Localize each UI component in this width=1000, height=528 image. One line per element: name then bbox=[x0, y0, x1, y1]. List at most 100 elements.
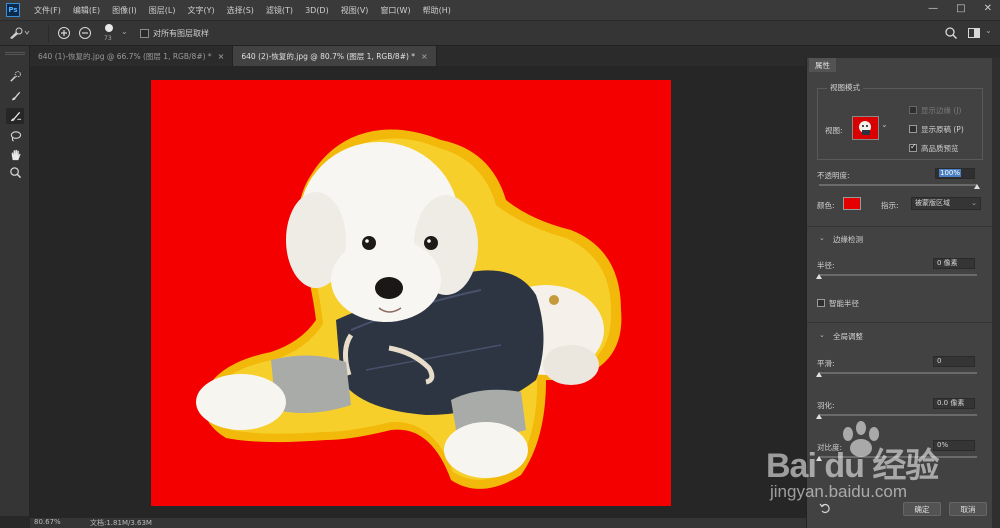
show-edge-checkbox[interactable] bbox=[909, 106, 917, 114]
feather-input[interactable]: 0.0 像素 bbox=[933, 398, 975, 409]
menu-filter[interactable]: 滤镜(T) bbox=[266, 5, 293, 16]
workspace-button[interactable] bbox=[967, 26, 981, 42]
options-bar: 73 ⌄ 对所有图层取样 ⌄ bbox=[0, 20, 1000, 46]
menu-help[interactable]: 帮助(H) bbox=[423, 5, 451, 16]
hand-icon bbox=[11, 149, 21, 160]
brush-dot-icon bbox=[105, 24, 113, 32]
maximize-button[interactable]: □ bbox=[956, 3, 965, 14]
feather-label: 羽化: bbox=[817, 401, 835, 410]
dog-image bbox=[196, 129, 622, 489]
document-size: 文档:1.81M/3.63M bbox=[90, 519, 152, 527]
minimize-button[interactable]: — bbox=[928, 3, 938, 14]
subtract-from-selection-button[interactable] bbox=[78, 26, 92, 42]
view-mode-thumbnail[interactable] bbox=[852, 116, 879, 140]
color-label: 颜色: bbox=[817, 201, 835, 210]
sample-all-layers-checkbox[interactable] bbox=[140, 29, 149, 38]
smooth-slider[interactable] bbox=[819, 372, 977, 374]
add-to-selection-button[interactable] bbox=[57, 26, 71, 42]
sample-all-layers-label: 对所有图层取样 bbox=[153, 29, 209, 38]
document-tab-2[interactable]: 640 (2)-恢复的.jpg @ 80.7% (图层 1, RGB/8#) *… bbox=[233, 46, 437, 66]
menu-view[interactable]: 视图(V) bbox=[341, 5, 369, 16]
chevron-down-icon[interactable]: ⌄ bbox=[121, 27, 128, 36]
view-label: 视图: bbox=[825, 126, 843, 135]
opacity-slider[interactable] bbox=[819, 184, 977, 186]
opacity-input[interactable]: 100% bbox=[935, 168, 975, 179]
canvas-area[interactable] bbox=[30, 66, 806, 518]
refine-edge-brush-icon bbox=[10, 111, 21, 121]
tool-preset-picker[interactable] bbox=[8, 26, 30, 42]
edge-detection-title: 边缘检测 bbox=[833, 235, 863, 244]
color-swatch[interactable] bbox=[843, 197, 861, 210]
high-quality-preview-checkbox[interactable] bbox=[909, 142, 917, 152]
chevron-down-icon: ⌄ bbox=[971, 199, 977, 207]
brush-size-value: 73 bbox=[104, 35, 112, 42]
brush-preset-icon bbox=[10, 27, 30, 39]
zoom-icon bbox=[9, 166, 21, 178]
document-canvas[interactable] bbox=[151, 80, 671, 506]
lasso-tool[interactable] bbox=[6, 128, 24, 144]
status-bar: 80.67% 文档:1.81M/3.63M bbox=[30, 518, 806, 528]
workspace-chevron-icon[interactable]: ⌄ bbox=[985, 26, 992, 35]
indicate-value: 被蒙版区域 bbox=[915, 199, 950, 207]
menu-edit[interactable]: 编辑(E) bbox=[73, 5, 100, 16]
brush-icon bbox=[11, 91, 20, 100]
menu-window[interactable]: 窗口(W) bbox=[380, 5, 410, 16]
view-mode-chevron-icon[interactable]: ⌄ bbox=[881, 120, 888, 129]
indicate-label: 指示: bbox=[881, 201, 899, 210]
zoom-tool[interactable] bbox=[6, 164, 24, 180]
smooth-slider-thumb[interactable] bbox=[816, 372, 822, 377]
view-mode-title: 视图模式 bbox=[827, 82, 863, 93]
search-button[interactable] bbox=[944, 26, 958, 42]
watermark-brand: Bai du 经验 bbox=[766, 447, 939, 485]
edge-detection-collapse-icon[interactable]: ⌄ bbox=[819, 234, 825, 242]
brush-tool[interactable] bbox=[6, 88, 24, 104]
baidu-jingyan-watermark: Bai du 经验 jingyan.baidu.com bbox=[766, 420, 1000, 510]
close-icon[interactable]: × bbox=[218, 52, 225, 61]
close-window-button[interactable]: ✕ bbox=[984, 3, 992, 14]
indicate-select[interactable]: 被蒙版区域 ⌄ bbox=[911, 197, 981, 210]
refine-edge-brush-tool[interactable] bbox=[6, 108, 24, 124]
opacity-value: 100% bbox=[939, 169, 962, 177]
show-edge-label: 显示边缘 (J) bbox=[921, 106, 962, 115]
document-tab-title: 640 (2)-恢复的.jpg @ 80.7% (图层 1, RGB/8#) * bbox=[241, 51, 416, 61]
show-original-checkbox[interactable] bbox=[909, 125, 917, 133]
brush-size-picker[interactable]: 73 bbox=[100, 23, 118, 45]
menu-type[interactable]: 文字(Y) bbox=[187, 5, 214, 16]
tab-properties[interactable]: 属性 bbox=[809, 58, 836, 72]
zoom-level[interactable]: 80.67% bbox=[34, 518, 61, 526]
feather-value: 0.0 像素 bbox=[937, 399, 965, 407]
photoshop-logo-icon: Ps bbox=[6, 3, 20, 17]
quick-selection-tool[interactable] bbox=[6, 68, 24, 84]
opacity-label: 不透明度: bbox=[817, 171, 850, 180]
high-quality-preview-label: 高品质预览 bbox=[921, 144, 959, 153]
radius-input[interactable]: 0 像素 bbox=[933, 258, 975, 269]
feather-slider-thumb[interactable] bbox=[816, 414, 822, 419]
smooth-value: 0 bbox=[937, 357, 942, 365]
smooth-label: 平滑: bbox=[817, 359, 835, 368]
menu-3d[interactable]: 3D(D) bbox=[305, 6, 329, 15]
tools-panel bbox=[0, 46, 30, 516]
close-icon[interactable]: × bbox=[421, 52, 428, 61]
show-original-label: 显示原稿 (P) bbox=[921, 125, 964, 134]
radius-slider-thumb[interactable] bbox=[816, 274, 822, 279]
panel-tab-strip bbox=[806, 46, 1000, 58]
global-refine-collapse-icon[interactable]: ⌄ bbox=[819, 331, 825, 339]
search-icon bbox=[945, 27, 958, 40]
lasso-icon bbox=[10, 130, 21, 142]
opacity-slider-thumb[interactable] bbox=[974, 184, 980, 189]
radius-slider[interactable] bbox=[819, 274, 977, 276]
menu-select[interactable]: 选择(S) bbox=[227, 5, 254, 16]
document-tab-1[interactable]: 640 (1)-恢复的.jpg @ 66.7% (图层 1, RGB/8#) *… bbox=[30, 46, 234, 66]
menu-file[interactable]: 文件(F) bbox=[34, 5, 61, 16]
feather-slider[interactable] bbox=[819, 414, 977, 416]
workspace-icon bbox=[968, 28, 980, 38]
dog-thumbnail-icon bbox=[859, 121, 871, 135]
menu-bar: Ps 文件(F) 编辑(E) 图像(I) 图层(L) 文字(Y) 选择(S) 滤… bbox=[0, 0, 1000, 20]
menu-image[interactable]: 图像(I) bbox=[112, 5, 137, 16]
smooth-input[interactable]: 0 bbox=[933, 356, 975, 367]
smart-radius-checkbox[interactable] bbox=[817, 299, 825, 307]
document-tab-bar: 640 (1)-恢复的.jpg @ 66.7% (图层 1, RGB/8#) *… bbox=[30, 46, 806, 66]
radius-value: 0 像素 bbox=[937, 259, 958, 267]
menu-layer[interactable]: 图层(L) bbox=[149, 5, 176, 16]
hand-tool[interactable] bbox=[6, 146, 24, 162]
